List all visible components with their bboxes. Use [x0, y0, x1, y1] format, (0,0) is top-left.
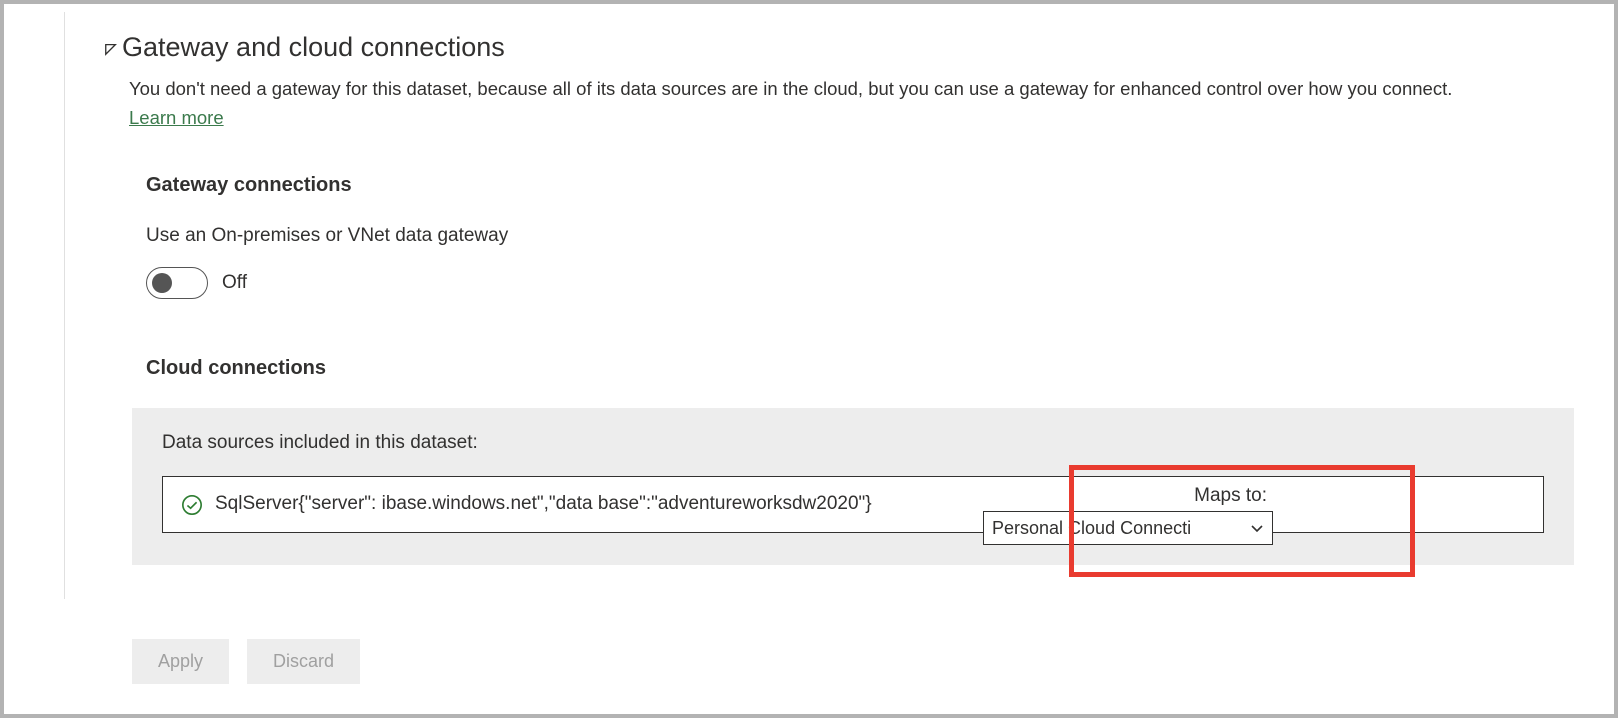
gateway-toggle-row: Off [146, 267, 1574, 299]
datasource-row: SqlServer{"server": ibase.windows.net","… [162, 476, 1544, 533]
chevron-down-icon [1249, 520, 1265, 536]
apply-button[interactable]: Apply [132, 639, 229, 684]
cloud-connections-panel: Data sources included in this dataset: S… [132, 408, 1574, 565]
maps-to-label: Maps to: [983, 485, 1273, 507]
gateway-toggle[interactable] [146, 267, 208, 299]
gateway-toggle-label: Use an On-premises or VNet data gateway [146, 225, 1574, 247]
section-header[interactable]: Gateway and cloud connections [104, 32, 1574, 63]
gateway-connections-title: Gateway connections [146, 174, 1574, 197]
datasource-text: SqlServer{"server": ibase.windows.net","… [215, 491, 915, 518]
gateway-toggle-state: Off [222, 272, 247, 294]
maps-to-column: Maps to: Personal Cloud Connecti [983, 485, 1273, 545]
description-text: You don't need a gateway for this datase… [129, 78, 1452, 99]
action-buttons: Apply Discard [132, 639, 360, 684]
toggle-knob [152, 273, 172, 293]
collapse-icon [104, 42, 118, 56]
discard-button[interactable]: Discard [247, 639, 360, 684]
maps-to-value: Personal Cloud Connecti [992, 518, 1191, 539]
section-title: Gateway and cloud connections [122, 32, 505, 63]
section-description: You don't need a gateway for this datase… [129, 75, 1499, 132]
vertical-divider [64, 12, 65, 599]
learn-more-link[interactable]: Learn more [129, 107, 224, 128]
gateway-subsection: Gateway connections Use an On-premises o… [146, 174, 1574, 565]
datasources-label: Data sources included in this dataset: [162, 432, 1544, 454]
status-ok-icon [181, 494, 203, 516]
cloud-connections-title: Cloud connections [146, 357, 1574, 380]
settings-section: Gateway and cloud connections You don't … [104, 32, 1574, 565]
maps-to-select[interactable]: Personal Cloud Connecti [983, 511, 1273, 545]
